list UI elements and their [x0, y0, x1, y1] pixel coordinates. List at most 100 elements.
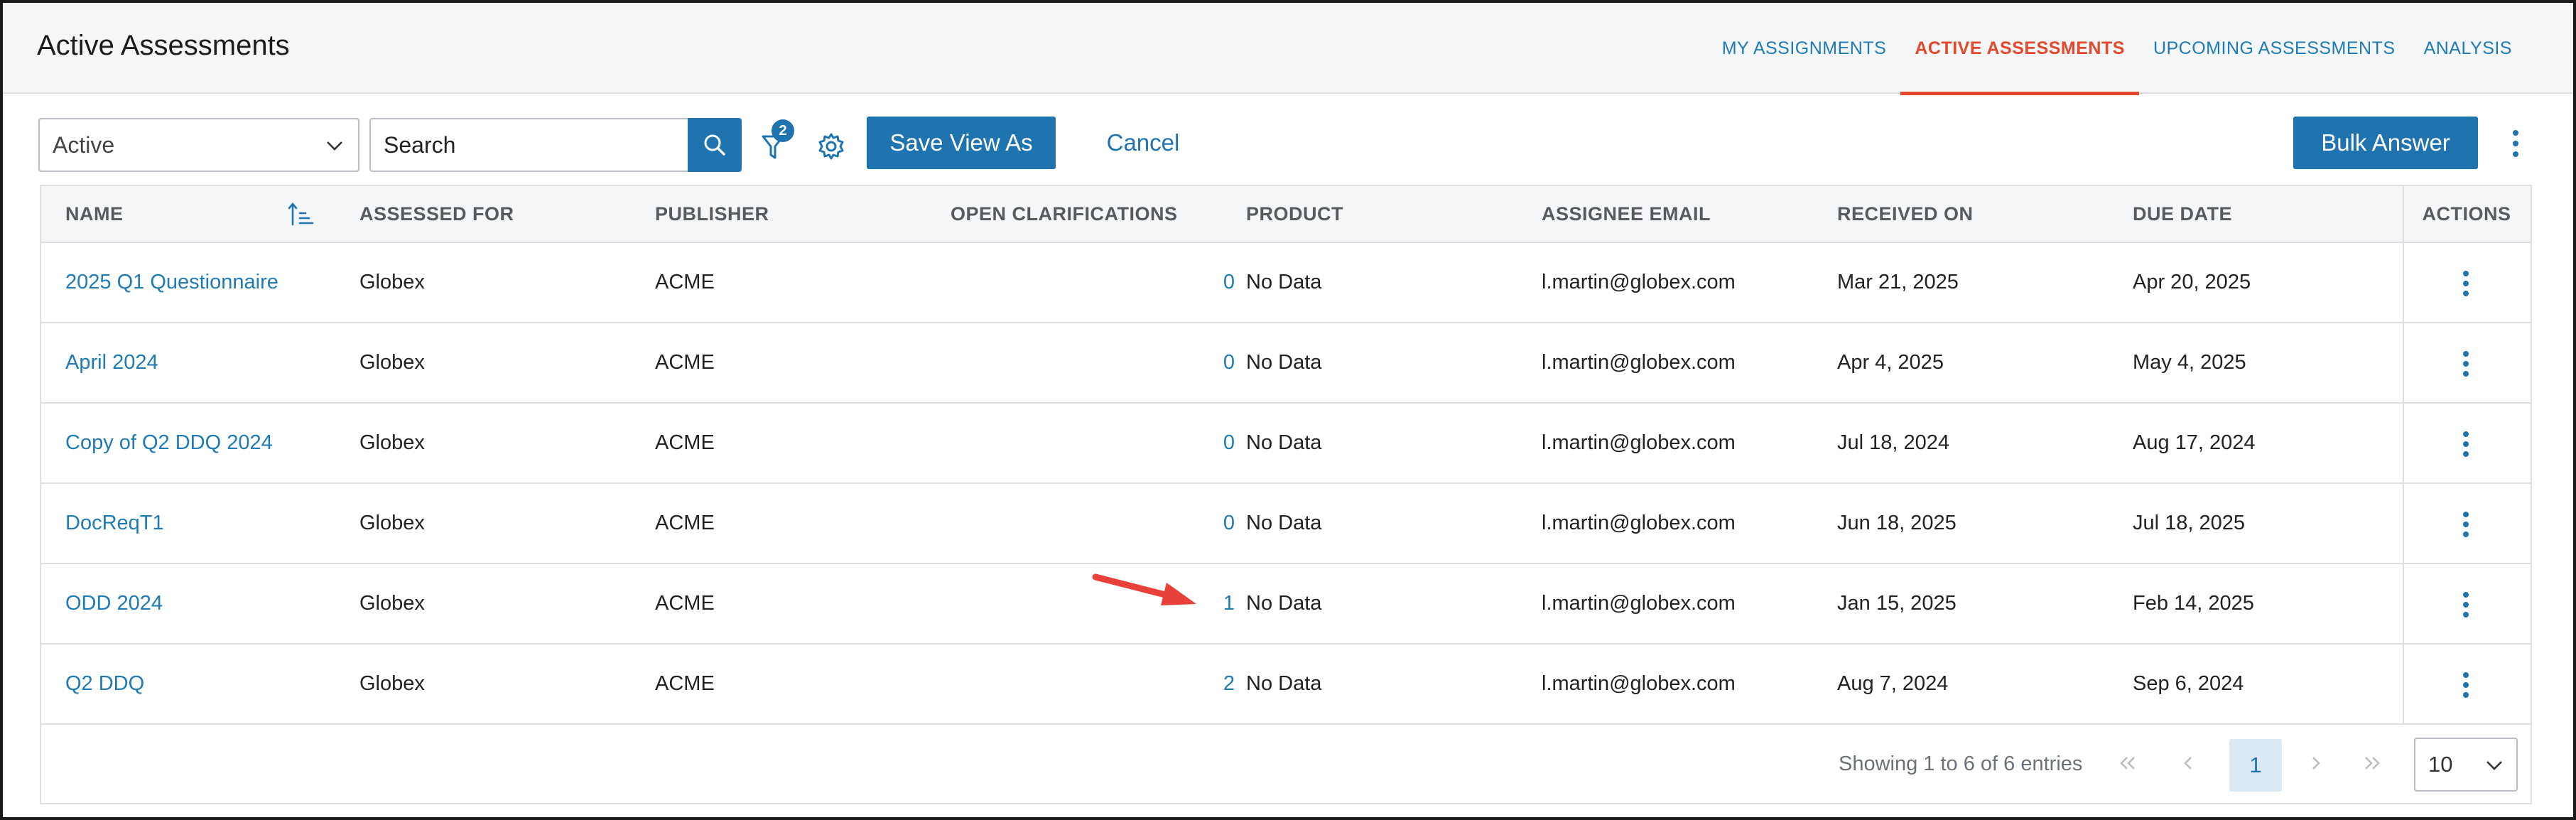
cell-open-clarifications[interactable]: 0 [951, 484, 1235, 563]
column-header-received-on[interactable]: RECEIVED ON [1837, 186, 1974, 242]
bulk-answer-button[interactable]: Bulk Answer [2293, 117, 2478, 169]
cell-publisher: ACME [655, 431, 715, 454]
cell-due-date: Sep 6, 2024 [2133, 672, 2244, 695]
cell-name[interactable]: DocReqT1 [65, 484, 164, 563]
cell-name[interactable]: April 2024 [65, 323, 158, 402]
cell-received-on: Apr 4, 2025 [1837, 351, 1944, 374]
annotation-arrow-icon [1092, 573, 1196, 605]
cell-publisher: ACME [655, 271, 715, 293]
cell-assessed-for: Globex [359, 512, 425, 534]
next-page-icon[interactable] [2296, 743, 2336, 783]
cell-due-date: Apr 20, 2025 [2133, 271, 2251, 293]
cell-name[interactable]: Q2 DDQ [65, 644, 144, 723]
cell-received-on: Jul 18, 2024 [1837, 431, 1950, 454]
cell-due-date: May 4, 2025 [2133, 351, 2246, 374]
cell-product: No Data [1246, 271, 1322, 293]
kebab-icon[interactable] [2504, 128, 2528, 159]
cell-publisher: ACME [655, 592, 715, 615]
cell-received-on: Jan 15, 2025 [1837, 592, 1957, 615]
tab-upcoming-assessments[interactable]: UPCOMING ASSESSMENTS [2139, 3, 2410, 94]
tab-active-assessments[interactable]: ACTIVE ASSESSMENTS [1900, 3, 2139, 95]
cell-assessed-for: Globex [359, 271, 425, 293]
table-row: 2025 Q1 Questionnaire Globex ACME 0 No Data l… [41, 243, 2531, 323]
chevron-down-icon [327, 141, 342, 151]
pagination: Showing 1 to 6 of 6 entries 1 10 [41, 725, 2531, 803]
tab-my-assignments[interactable]: MY ASSIGNMENTS [1708, 3, 1901, 94]
cell-name[interactable]: Copy of Q2 DDQ 2024 [65, 404, 273, 482]
page-size-value: 10 [2428, 752, 2453, 777]
chevron-down-icon [2486, 761, 2502, 770]
table-row: Q2 DDQ Globex ACME 2 No Data l.martin@globex.… [41, 644, 2531, 725]
cell-product: No Data [1246, 512, 1322, 534]
column-header-actions: ACTIONS [2422, 203, 2511, 225]
cell-publisher: ACME [655, 512, 715, 534]
cell-assignee-email: l.martin@globex.com [1542, 351, 1736, 374]
row-actions-kebab-icon[interactable] [2455, 429, 2477, 459]
cell-product: No Data [1246, 431, 1322, 454]
column-header-assessed-for[interactable]: ASSESSED FOR [359, 186, 514, 242]
page-title: Active Assessments [37, 30, 290, 61]
cell-open-clarifications[interactable]: 0 [951, 323, 1235, 402]
cell-assessed-for: Globex [359, 351, 425, 374]
save-view-as-button[interactable]: Save View As [867, 117, 1056, 169]
search-button[interactable] [688, 118, 742, 172]
cell-name[interactable]: ODD 2024 [65, 564, 163, 643]
row-actions-kebab-icon[interactable] [2455, 509, 2477, 539]
prev-page-icon[interactable] [2168, 743, 2208, 783]
page-button-current[interactable]: 1 [2229, 739, 2282, 792]
row-actions-kebab-icon[interactable] [2455, 590, 2477, 620]
cell-assignee-email: l.martin@globex.com [1542, 431, 1736, 454]
cell-assignee-email: l.martin@globex.com [1542, 592, 1736, 615]
page-size-select[interactable]: 10 [2414, 738, 2518, 792]
cell-open-clarifications[interactable]: 2 [951, 644, 1235, 723]
sort-ascending-icon[interactable] [287, 200, 315, 229]
first-page-icon[interactable] [2109, 743, 2148, 783]
filter-count-badge: 2 [772, 119, 794, 142]
last-page-icon[interactable] [2352, 743, 2391, 783]
table-row: DocReqT1 Globex ACME 0 No Data l.martin@globe… [41, 484, 2531, 564]
row-actions-kebab-icon[interactable] [2455, 269, 2477, 298]
cell-received-on: Aug 7, 2024 [1837, 672, 1949, 695]
cell-product: No Data [1246, 351, 1322, 374]
cell-received-on: Jun 18, 2025 [1837, 512, 1957, 534]
search-icon [704, 134, 725, 156]
cell-product: No Data [1246, 592, 1322, 615]
cell-name[interactable]: 2025 Q1 Questionnaire [65, 243, 278, 322]
assessments-table: NAME ASSESSED FOR PUBLISHER OPEN CLARIFI… [40, 185, 2532, 804]
row-actions-kebab-icon[interactable] [2455, 349, 2477, 379]
column-header-assignee-email[interactable]: ASSIGNEE EMAIL [1542, 186, 1711, 242]
cell-open-clarifications[interactable]: 0 [951, 243, 1235, 322]
cell-assignee-email: l.martin@globex.com [1542, 512, 1736, 534]
search-field [369, 118, 688, 172]
cell-assignee-email: l.martin@globex.com [1542, 672, 1736, 695]
cell-publisher: ACME [655, 672, 715, 695]
search-input[interactable] [371, 119, 688, 171]
cell-assignee-email: l.martin@globex.com [1542, 271, 1736, 293]
gear-icon[interactable] [817, 132, 845, 161]
status-select[interactable]: Active [38, 118, 359, 172]
row-actions-kebab-icon[interactable] [2455, 670, 2477, 700]
column-header-publisher[interactable]: PUBLISHER [655, 186, 769, 242]
cell-assessed-for: Globex [359, 672, 425, 695]
cell-assessed-for: Globex [359, 592, 425, 615]
column-header-product[interactable]: PRODUCT [1246, 186, 1343, 242]
cell-due-date: Feb 14, 2025 [2133, 592, 2254, 615]
toolbar: Active 2 Save View As Cancel Bulk Answ [3, 117, 2573, 173]
cell-publisher: ACME [655, 351, 715, 374]
column-header-name[interactable]: NAME [65, 186, 124, 242]
column-header-open-clarifications[interactable]: OPEN CLARIFICATIONS [951, 186, 1178, 242]
page-header: Active Assessments MY ASSIGNMENTS ACTIVE… [3, 3, 2573, 95]
cell-due-date: Aug 17, 2024 [2133, 431, 2256, 454]
tab-analysis[interactable]: ANALYSIS [2410, 3, 2526, 94]
table-row: Copy of Q2 DDQ 2024 Globex ACME 0 No Data l.m… [41, 404, 2531, 484]
pagination-info: Showing 1 to 6 of 6 entries [1839, 752, 2083, 775]
app-window: Active Assessments MY ASSIGNMENTS ACTIVE… [0, 0, 2576, 820]
cell-open-clarifications[interactable]: 0 [951, 404, 1235, 482]
table-row: ODD 2024 Globex ACME 1 No Data l.martin@globe… [41, 564, 2531, 644]
table-header: NAME ASSESSED FOR PUBLISHER OPEN CLARIFI… [41, 186, 2531, 243]
cancel-button[interactable]: Cancel [1090, 117, 1196, 169]
column-header-due-date[interactable]: DUE DATE [2133, 186, 2232, 242]
cell-due-date: Jul 18, 2025 [2133, 512, 2246, 534]
tab-bar: MY ASSIGNMENTS ACTIVE ASSESSMENTS UPCOMI… [1708, 3, 2526, 95]
cell-assessed-for: Globex [359, 431, 425, 454]
